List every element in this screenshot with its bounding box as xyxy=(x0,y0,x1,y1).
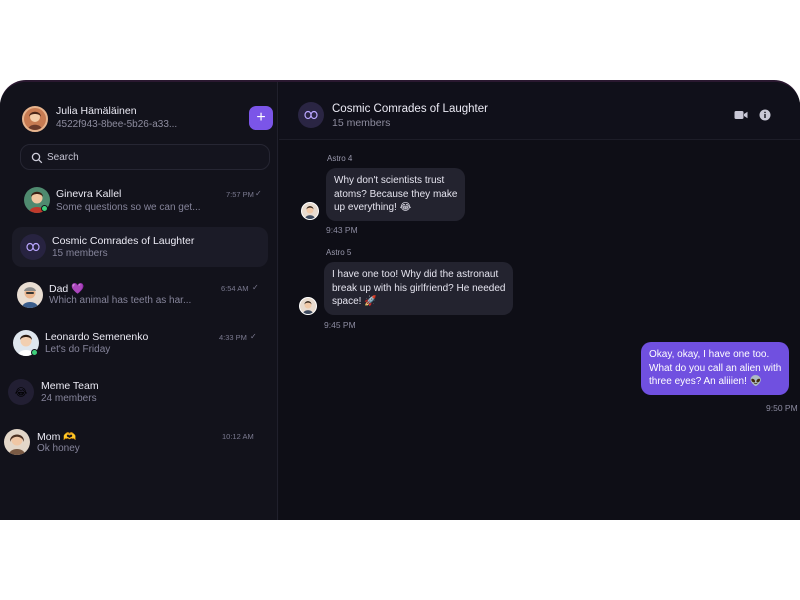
avatar xyxy=(4,429,30,455)
message-line: up everything! 😂 xyxy=(334,202,412,213)
message-line: space! 🚀 xyxy=(332,296,377,307)
conversation-name: Cosmic Comrades of Laughter xyxy=(52,235,195,247)
message-time: 9:43 PM xyxy=(326,225,358,235)
online-status-dot xyxy=(31,349,38,356)
sender-avatar xyxy=(301,202,319,220)
message-sender: Astro 4 xyxy=(327,154,353,163)
conversation-name: Ginevra Kallel xyxy=(56,188,122,200)
message-line: break up with his girlfriend? He needed xyxy=(332,282,506,294)
sender-avatar xyxy=(299,297,317,315)
conversation-item[interactable]: Dad 💜 Which animal has teeth as har... 6… xyxy=(12,274,268,314)
search-input[interactable] xyxy=(47,145,257,169)
read-check-icon: ✓ xyxy=(250,332,257,341)
video-camera-icon[interactable] xyxy=(734,109,748,121)
alien-icon xyxy=(304,110,318,120)
conversation-name: Leonardo Semenenko xyxy=(45,331,149,343)
message-time: 9:50 PM xyxy=(766,403,798,413)
message-bubble[interactable]: Why don't scientists trust atoms? Becaus… xyxy=(326,168,466,221)
conversation-preview: Some questions so we can get... xyxy=(56,202,201,213)
group-avatar: 😂 xyxy=(8,379,34,405)
message-line: I have one too! Why did the astronaut xyxy=(332,269,499,280)
message-line: three eyes? An aliiien! 👽 xyxy=(649,376,763,387)
message-sender: Astro 5 xyxy=(326,248,352,257)
person-icon xyxy=(9,434,25,455)
search-icon xyxy=(31,152,43,164)
message-line: atoms? Because they make xyxy=(334,188,458,200)
conversation-preview: Let's do Friday xyxy=(45,344,111,355)
chat-member-count: 15 members xyxy=(332,117,391,129)
conversation-name: Meme Team xyxy=(41,380,99,392)
conversation-item[interactable]: Cosmic Comrades of Laughter 15 members xyxy=(12,227,268,267)
avatar xyxy=(17,282,43,308)
avatar[interactable] xyxy=(22,106,48,132)
conversation-time: 10:12 AM xyxy=(222,432,254,441)
online-status-dot xyxy=(41,205,48,212)
chat-title: Cosmic Comrades of Laughter xyxy=(332,103,488,115)
conversation-preview: 15 members xyxy=(52,248,108,259)
profile-name: Julia Hämäläinen xyxy=(56,105,137,117)
conversation-preview: 24 members xyxy=(41,393,97,404)
message-line: Why don't scientists trust xyxy=(334,175,445,186)
conversation-time: 4:33 PM xyxy=(219,333,247,342)
conversation-item[interactable]: Leonardo Semenenko Let's do Friday 4:33 … xyxy=(12,322,268,362)
search-box[interactable] xyxy=(20,144,270,170)
conversation-preview: Ok honey xyxy=(37,443,80,454)
message-line: Okay, okay, I have one too. xyxy=(649,349,770,360)
laughing-emoji-icon: 😂 xyxy=(14,386,28,399)
message-line: What do you call an alien with xyxy=(649,362,782,374)
sidebar: Julia Hämäläinen 4522f943-8bee-5b26-a33.… xyxy=(0,82,278,520)
conversation-time: 7:57 PM xyxy=(226,190,254,199)
person-icon xyxy=(303,301,313,314)
read-check-icon: ✓ xyxy=(255,189,262,198)
conversation-preview: Which animal has teeth as har... xyxy=(49,295,192,306)
conversation-name: Mom 🫶 xyxy=(37,431,77,443)
app-window: Julia Hämäläinen 4522f943-8bee-5b26-a33.… xyxy=(0,80,800,520)
person-icon xyxy=(305,206,315,219)
new-chat-button[interactable]: + xyxy=(249,106,273,130)
alien-icon xyxy=(26,242,40,252)
person-icon xyxy=(28,111,42,130)
chat-header: Cosmic Comrades of Laughter 15 members xyxy=(279,82,800,140)
conversation-name: Dad 💜 xyxy=(49,283,85,295)
person-icon xyxy=(22,287,38,308)
conversation-item[interactable]: 😂 Meme Team 24 members xyxy=(8,372,268,412)
group-avatar[interactable] xyxy=(298,102,324,128)
plus-icon: + xyxy=(256,109,266,126)
my-message-bubble[interactable]: Okay, okay, I have one too. What do you … xyxy=(641,342,790,395)
read-check-icon: ✓ xyxy=(252,283,259,292)
conversation-time: 6:54 AM xyxy=(221,284,249,293)
conversation-item[interactable]: Ginevra Kallel Some questions so we can … xyxy=(12,180,268,220)
profile: Julia Hämäläinen 4522f943-8bee-5b26-a33.… xyxy=(22,104,272,134)
profile-id: 4522f943-8bee-5b26-a33... xyxy=(56,119,178,130)
info-icon[interactable] xyxy=(759,109,771,121)
message-bubble[interactable]: I have one too! Why did the astronaut br… xyxy=(324,262,514,315)
chat-panel: Cosmic Comrades of Laughter 15 members A… xyxy=(279,82,800,520)
group-avatar xyxy=(20,234,46,260)
conversation-item[interactable]: Mom 🫶 Ok honey 10:12 AM xyxy=(4,420,268,460)
message-time: 9:45 PM xyxy=(324,320,356,330)
